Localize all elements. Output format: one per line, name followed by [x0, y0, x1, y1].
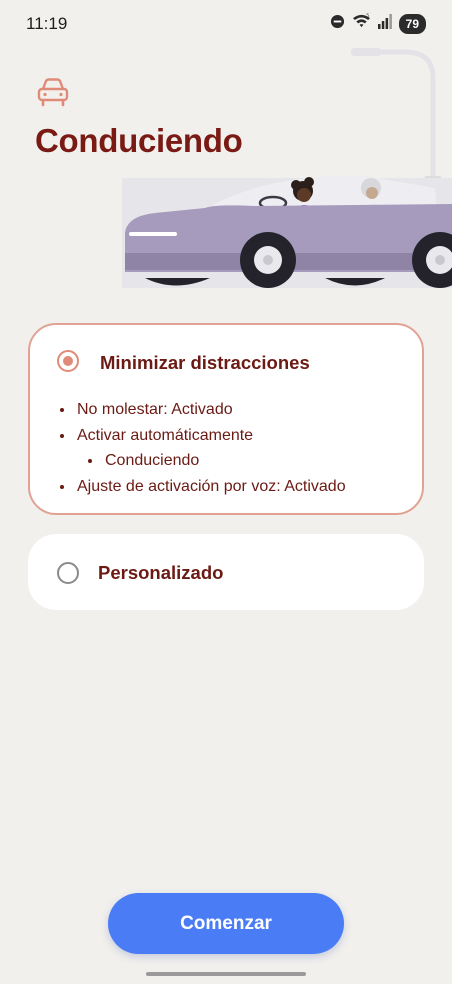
driving-illustration — [115, 48, 452, 294]
list-item: No molestar: Activado — [60, 400, 346, 426]
option-card-minimize-distractions[interactable]: Minimizar distracciones No molestar: Act… — [28, 323, 424, 515]
signal-icon — [377, 13, 392, 34]
option-title: Minimizar distracciones — [100, 352, 310, 373]
do-not-disturb-icon — [330, 14, 345, 34]
radio-button-selected[interactable] — [57, 350, 79, 372]
option-title: Personalizado — [98, 562, 224, 583]
home-indicator[interactable] — [146, 972, 306, 976]
option-details-list: No molestar: Activado Activar automática… — [60, 400, 346, 502]
car-icon — [36, 78, 70, 113]
start-button[interactable]: Comenzar — [108, 893, 344, 954]
status-bar: 11:19 5 79 — [0, 0, 452, 48]
svg-text:5: 5 — [366, 13, 369, 19]
list-item-sub: Conduciendo — [88, 451, 346, 477]
battery-icon: 79 — [398, 13, 426, 34]
status-icons: 5 79 — [330, 13, 426, 34]
status-time: 11:19 — [26, 14, 68, 33]
wifi-icon: 5 — [352, 13, 371, 34]
list-item: Ajuste de activación por voz: Activado — [60, 477, 346, 503]
option-card-custom[interactable]: Personalizado — [28, 534, 424, 610]
list-item: Activar automáticamente — [60, 426, 346, 452]
radio-button-unselected[interactable] — [57, 562, 79, 584]
